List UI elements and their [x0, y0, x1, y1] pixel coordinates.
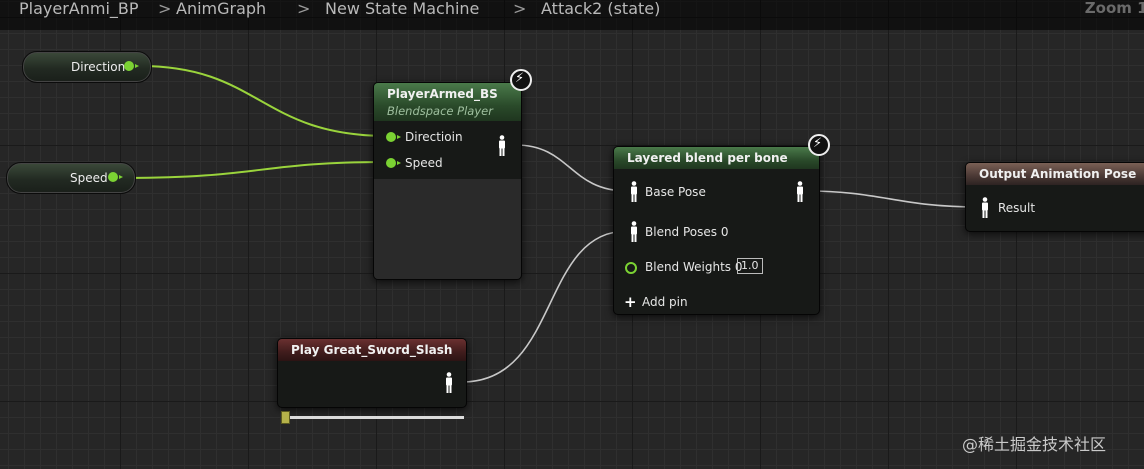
layered-blend-per-bone-node[interactable]: Layered blend per bone Base Pose Blend P… — [613, 146, 820, 315]
blendspace-node-subtitle: Blendspace Player — [387, 104, 493, 118]
pose-man-icon[interactable] — [980, 197, 990, 219]
variable-speed-label: Speed — [70, 171, 108, 185]
blend-weights-pin[interactable] — [625, 262, 637, 274]
chevron-right-icon: > — [513, 0, 527, 18]
blendspace-node-title: PlayerArmed_BS — [387, 87, 498, 101]
result-pin-label: Result — [998, 201, 1036, 215]
base-pose-label: Base Pose — [645, 185, 706, 199]
wire-speed — [123, 161, 389, 179]
wire-layered-to-result — [806, 190, 979, 208]
pose-man-icon[interactable] — [497, 135, 507, 157]
blend-weights-label: Blend Weights 0 — [645, 260, 743, 274]
pose-man-icon[interactable] — [629, 181, 639, 203]
plus-icon[interactable]: + — [624, 295, 637, 310]
variable-direction-label: Direction — [71, 60, 126, 74]
speed-output-pin[interactable] — [108, 172, 123, 182]
speed-pin-label: Speed — [405, 156, 443, 170]
wire-blendspace-to-base-pose — [515, 144, 628, 192]
blendspace-player-node[interactable]: PlayerArmed_BS Blendspace Player Directi… — [373, 82, 522, 280]
output-animation-pose-node[interactable]: Output Animation Pose Result — [965, 162, 1144, 232]
blend-weights-value-input[interactable]: 1.0 — [737, 258, 763, 274]
breadcrumb-new-state-machine[interactable]: New State Machine — [325, 0, 479, 18]
output-node-title: Output Animation Pose — [979, 167, 1137, 181]
lightning-icon — [808, 134, 830, 156]
variable-direction-node[interactable]: Direction — [22, 51, 152, 83]
breadcrumb-attack2-state[interactable]: Attack2 (state) — [541, 0, 660, 18]
breadcrumb-bar: PlayerAnmi_BP > AnimGraph > New State Ma… — [0, 0, 1144, 30]
wire-direction — [139, 65, 389, 137]
play-node-title: Play Great_Sword_Slash — [291, 343, 453, 357]
chevron-right-icon: > — [297, 0, 311, 18]
breadcrumb-animgraph[interactable]: AnimGraph — [176, 0, 266, 18]
breadcrumb-separator-icon: > — [158, 0, 172, 18]
pose-man-icon[interactable] — [444, 372, 454, 394]
speed-input-pin[interactable] — [386, 158, 401, 168]
pose-man-icon[interactable] — [629, 221, 639, 243]
directioin-pin-label: Directioin — [405, 130, 463, 144]
breadcrumb-playeranmi-bp[interactable]: PlayerAnmi_BP — [19, 0, 139, 18]
pose-man-icon[interactable] — [795, 181, 805, 203]
play-great-sword-slash-node[interactable]: Play Great_Sword_Slash — [277, 338, 467, 408]
blend-poses-label: Blend Poses 0 — [645, 225, 729, 239]
playback-position-track[interactable] — [283, 416, 464, 419]
add-pin-button[interactable]: Add pin — [642, 295, 688, 309]
directioin-input-pin[interactable] — [386, 132, 401, 142]
layered-node-title: Layered blend per bone — [627, 151, 788, 165]
blendspace-node-body — [374, 179, 521, 279]
watermark-text: @稀土掘金技术社区 — [962, 435, 1107, 454]
zoom-label: Zoom 1:1 — [1084, 0, 1144, 17]
direction-output-pin[interactable] — [124, 61, 139, 71]
lightning-icon — [510, 69, 532, 91]
variable-speed-node[interactable]: Speed — [6, 162, 136, 194]
playback-position-handle[interactable] — [281, 411, 290, 424]
